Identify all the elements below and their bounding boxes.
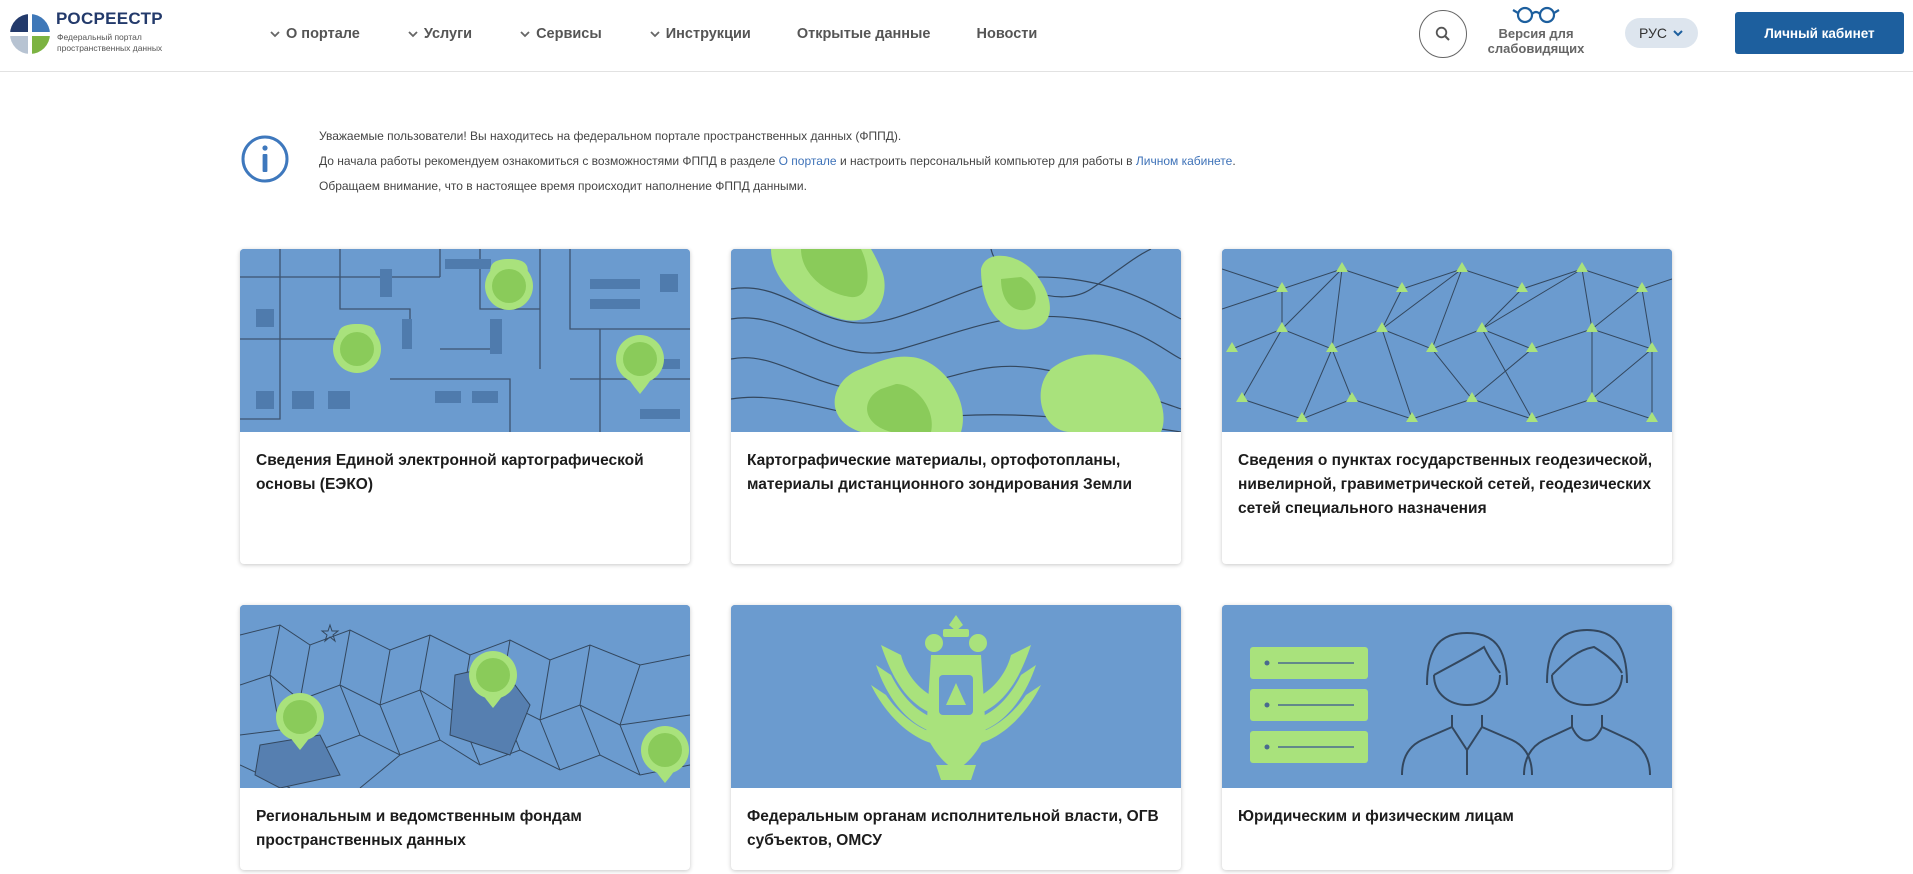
info-line-3: Обращаем внимание, что в настоящее время… [319,179,807,193]
card-federal-authorities[interactable]: Федеральным органам исполнительной власт… [731,605,1181,870]
regions-map-illustration [240,605,690,788]
nav-item-services[interactable]: Услуги [406,26,472,42]
nav-item-about[interactable]: О портале [268,26,360,42]
glasses-icon [1512,6,1560,24]
chevron-down-icon [408,31,418,38]
chevron-down-icon [650,31,660,38]
card-regional-funds[interactable]: Региональным и ведомственным фондам прос… [240,605,690,870]
card-geodetic-networks[interactable]: Сведения о пунктах государственных геоде… [1222,249,1672,564]
nav-item-instructions[interactable]: Инструкции [648,26,751,42]
card-title: Картографические материалы, ортофотоплан… [747,452,1133,493]
rosreestr-emblem-icon [8,12,52,56]
nav-item-label: Новости [976,26,1038,42]
topographic-contours-illustration [731,249,1181,432]
card-title: Сведения Единой электронной картографиче… [256,452,644,493]
main-nav: О портале Услуги Сервисы Инструкции Откр… [268,26,1083,42]
info-notice: Уважаемые пользователи! Вы находитесь на… [240,124,1440,204]
people-list-illustration [1222,605,1672,788]
chevron-down-icon [520,31,530,38]
nav-item-label: Сервисы [536,26,602,42]
card-cartographic-materials[interactable]: Картографические материалы, ортофотоплан… [731,249,1181,564]
logo-title: РОСРЕЕСТР [56,9,163,28]
nav-item-tools[interactable]: Сервисы [518,26,602,42]
site-header: РОСРЕЕСТР Федеральный портал пространств… [0,0,1913,72]
card-legal-individuals[interactable]: Юридическим и физическим лицам [1222,605,1672,870]
language-select[interactable]: РУС [1625,18,1698,48]
map-pins-illustration [240,249,690,432]
card-title: Юридическим и физическим лицам [1238,808,1514,825]
nav-item-label: Услуги [423,26,473,42]
coat-of-arms-icon [731,605,1181,788]
chevron-down-icon [270,31,280,38]
info-text: Уважаемые пользователи! Вы находитесь на… [319,124,1236,199]
language-value: РУС [1638,25,1668,41]
card-title: Федеральным органам исполнительной власт… [747,808,1159,849]
nav-item-label: Инструкции [665,26,751,42]
low-vision-label: Версия для слабовидящих [1487,26,1585,56]
nav-item-news[interactable]: Новости [977,26,1038,42]
nav-item-open-data[interactable]: Открытые данные [797,26,931,42]
about-portal-link[interactable]: О портале [779,154,837,168]
rosreestr-logo[interactable]: РОСРЕЕСТР Федеральный портал пространств… [6,2,186,68]
info-icon [241,135,289,183]
chevron-down-icon [1673,30,1683,37]
triangulation-network-illustration [1222,249,1672,432]
card-title: Сведения о пунктах государственных геоде… [1238,452,1653,517]
personal-cabinet-button[interactable]: Личный кабинет [1735,12,1904,54]
low-vision-version-link[interactable]: Версия для слабовидящих [1478,4,1594,56]
nav-item-label: О портале [286,26,360,42]
card-title: Региональным и ведомственным фондам прос… [256,808,582,849]
logo-subtitle: Федеральный портал пространственных данн… [57,32,163,53]
search-button[interactable] [1419,10,1467,58]
nav-item-label: Открытые данные [796,26,931,42]
personal-cabinet-link[interactable]: Личном кабинете [1136,154,1232,168]
card-eeko[interactable]: Сведения Единой электронной картографиче… [240,249,690,564]
info-line-2: До начала работы рекомендуем ознакомитьс… [319,154,1236,168]
info-line-1: Уважаемые пользователи! Вы находитесь на… [319,129,902,143]
search-icon [1435,26,1450,41]
